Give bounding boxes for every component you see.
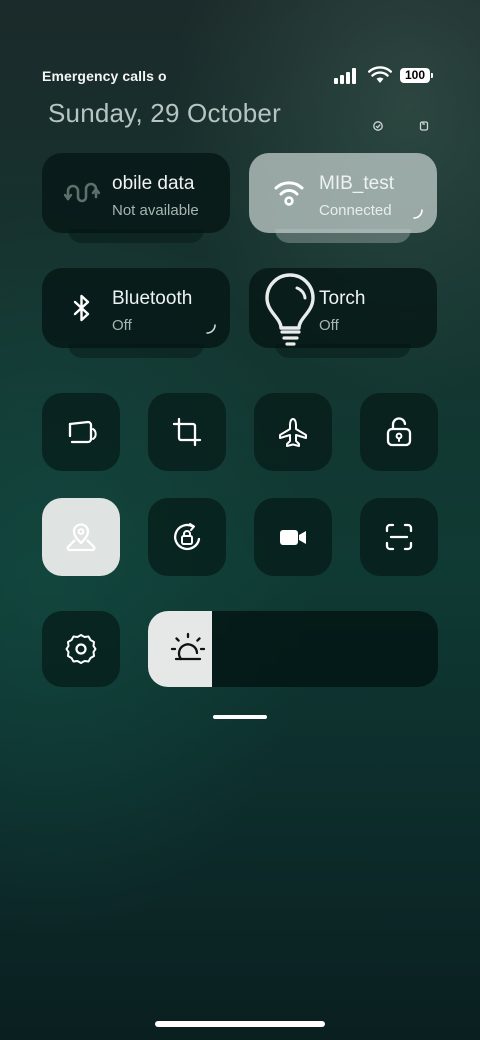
lock-screen-icon [386, 417, 412, 447]
auto-rotate-icon [68, 420, 97, 444]
screen-record-toggle[interactable] [254, 498, 332, 576]
airplane-mode-toggle[interactable] [254, 393, 332, 471]
expand-arrow-icon[interactable] [413, 209, 423, 219]
gear-icon [65, 634, 97, 664]
mobile-data-status: Not available [112, 202, 199, 219]
wifi-status: Connected [319, 202, 392, 219]
scan-icon [385, 523, 413, 551]
torch-title: Torch [319, 288, 366, 309]
location-icon [66, 523, 96, 552]
rotation-lock-icon [174, 523, 201, 551]
wifi-network-name: MIB_test [319, 173, 394, 194]
lock-screen-toggle[interactable] [360, 393, 438, 471]
brightness-sun-icon [170, 632, 206, 661]
wifi-status-icon [368, 66, 392, 83]
mobile-data-icon [64, 182, 100, 203]
screen-record-icon [280, 530, 306, 545]
bluetooth-tile[interactable]: Bluetooth Off [42, 268, 230, 358]
rotation-lock-toggle[interactable] [148, 498, 226, 576]
brightness-slider[interactable] [148, 611, 438, 687]
bluetooth-status: Off [112, 317, 132, 334]
torch-bulb-icon [265, 273, 315, 346]
torch-status: Off [319, 317, 339, 334]
torch-tile[interactable]: Torch Off [249, 268, 437, 358]
tile-stack-shadow [68, 344, 204, 358]
airplane-mode-icon [279, 418, 307, 447]
edit-icon[interactable] [372, 120, 384, 132]
crop-screenshot-toggle[interactable] [148, 393, 226, 471]
date-label: Sunday, 29 October [48, 98, 281, 128]
signal-strength-icon [334, 68, 360, 84]
auto-rotate-toggle[interactable] [42, 393, 120, 471]
scan-toggle[interactable] [360, 498, 438, 576]
panel-pull-handle[interactable] [213, 715, 267, 719]
crop-screenshot-icon [172, 417, 202, 447]
tile-stack-shadow [275, 229, 411, 243]
mobile-data-title: obile data [112, 173, 195, 194]
settings-button[interactable] [42, 611, 120, 687]
tile-stack-shadow [68, 229, 204, 243]
home-gesture-bar[interactable] [155, 1021, 325, 1027]
expand-arrow-icon[interactable] [206, 324, 216, 334]
mobile-data-tile[interactable]: obile data Not available [42, 153, 230, 243]
settings-shortcut-icon[interactable] [418, 120, 430, 132]
battery-indicator: 100 [400, 68, 433, 83]
wifi-icon [274, 181, 304, 206]
bluetooth-icon [73, 294, 90, 322]
status-carrier-text: Emergency calls o [42, 68, 166, 84]
bluetooth-title: Bluetooth [112, 288, 193, 309]
location-toggle[interactable] [42, 498, 120, 576]
wifi-tile[interactable]: MIB_test Connected [249, 153, 437, 243]
